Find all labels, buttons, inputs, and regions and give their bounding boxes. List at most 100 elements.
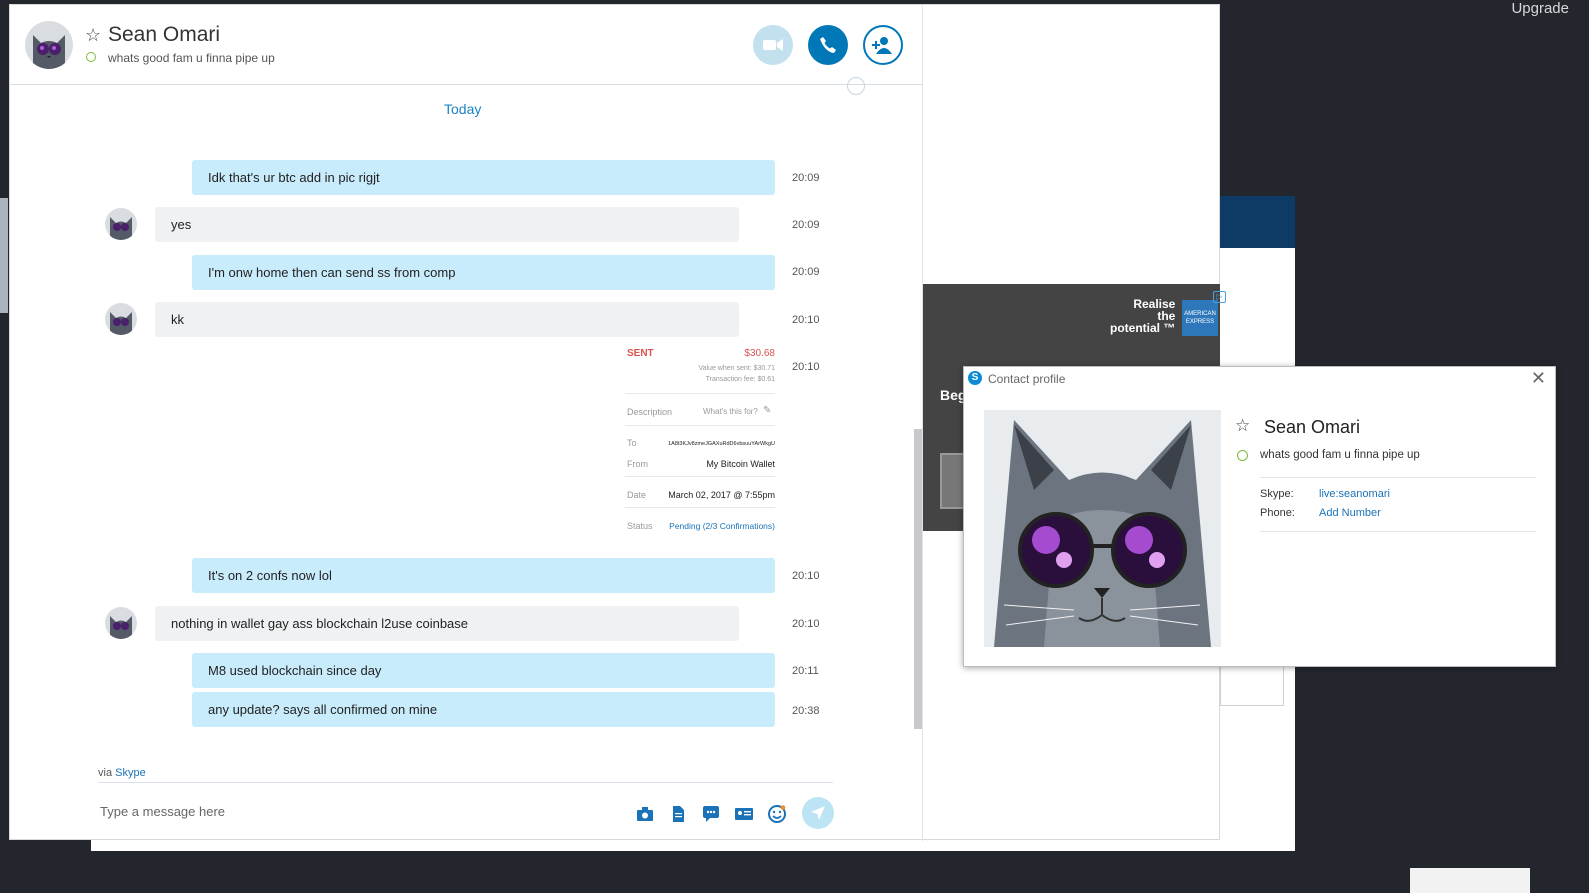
adchoices-icon[interactable]: ▷ — [1213, 291, 1226, 303]
divider — [625, 393, 775, 394]
receipt-from-label: From — [627, 459, 648, 469]
receipt-date-label: Date — [627, 490, 647, 500]
mood-message: whats good fam u finna pipe up — [108, 51, 275, 65]
presence-icon — [86, 52, 96, 62]
message-time: 20:09 — [792, 219, 820, 231]
media-bar-button[interactable] — [636, 805, 654, 828]
contact-avatar-small[interactable] — [105, 303, 137, 335]
amex-logo-text: AMERICAN EXPRESS — [1184, 311, 1216, 325]
phone-label: Phone: — [1260, 507, 1295, 519]
upgrade-link[interactable]: Upgrade — [1511, 0, 1569, 17]
profile-name: Sean Omari — [1264, 417, 1361, 437]
globe-icon[interactable] — [847, 77, 865, 95]
message-time: 20:09 — [792, 172, 820, 184]
presence-icon — [1237, 450, 1248, 461]
receipt-status-label: Status — [627, 521, 653, 531]
message-text: Idk that's ur btc add in pic rigjt — [208, 170, 380, 185]
favorite-star-icon[interactable]: ☆ — [1235, 416, 1250, 436]
receipt-to-address: 1A8t3KJv8zmeJGAXuRdD6vbsuuYArWkgU — [668, 441, 775, 447]
message-time: 20:10 — [792, 570, 820, 582]
message-bubble-incoming[interactable]: nothing in wallet gay ass blockchain l2u… — [155, 606, 739, 641]
ad-tagline: Realise the potential ™ — [1110, 298, 1175, 334]
phone-icon — [820, 37, 836, 53]
composer-divider — [98, 782, 833, 783]
message-bubble-outgoing[interactable]: It's on 2 confs now lol — [192, 558, 775, 593]
message-bubble-incoming[interactable]: kk — [155, 302, 739, 337]
message-bubble-outgoing[interactable]: Idk that's ur btc add in pic rigjt — [192, 160, 775, 195]
message-text: any update? says all confirmed on mine — [208, 702, 438, 717]
favorite-star-icon[interactable]: ☆ — [85, 25, 101, 46]
via-skype-link[interactable]: Skype — [115, 767, 146, 779]
send-arrow-icon — [811, 806, 825, 820]
profile-mood: whats good fam u finna pipe up — [1260, 449, 1420, 461]
message-text: nothing in wallet gay ass blockchain l2u… — [171, 616, 469, 631]
send-contact-button[interactable] — [735, 805, 753, 828]
contact-profile-dialog: S Contact profile ✕ ☆ Sean Omari whats g… — [963, 366, 1556, 667]
message-text: yes — [171, 217, 192, 232]
message-text: kk — [171, 312, 184, 327]
contact-avatar[interactable] — [25, 21, 73, 69]
message-text: I'm onw home then can send ss from comp — [208, 265, 456, 280]
message-bubble-incoming[interactable]: yes — [155, 207, 739, 242]
skype-id-link[interactable]: live:seanomari — [1319, 488, 1390, 500]
divider — [1260, 477, 1536, 478]
add-number-link[interactable]: Add Number — [1319, 507, 1381, 519]
receipt-to-label: To — [627, 438, 637, 448]
contact-name: Sean Omari — [108, 23, 221, 46]
file-icon — [673, 806, 684, 822]
message-bubble-outgoing[interactable]: I'm onw home then can send ss from comp — [192, 255, 775, 290]
window-edge — [0, 198, 8, 313]
send-file-button[interactable] — [669, 805, 687, 828]
divider — [1260, 531, 1536, 532]
contact-avatar-small[interactable] — [105, 208, 137, 240]
message-input[interactable] — [98, 800, 602, 822]
message-text: It's on 2 confs now lol — [208, 568, 332, 583]
date-divider: Today — [444, 101, 482, 117]
contact-card-icon — [735, 808, 753, 820]
send-button[interactable] — [802, 797, 834, 829]
receipt-amount: $30.68 — [744, 348, 775, 359]
message-time: 20:11 — [792, 665, 819, 677]
add-person-icon — [872, 37, 892, 54]
smiley-icon — [768, 805, 786, 823]
video-message-button[interactable] — [702, 805, 720, 828]
emoticon-button[interactable] — [768, 805, 786, 828]
video-camera-icon — [763, 39, 783, 51]
message-time: 20:09 — [792, 266, 820, 278]
skype-logo-icon: S — [968, 371, 982, 385]
dialog-title: Contact profile — [988, 372, 1066, 386]
background-window-header — [1220, 196, 1295, 248]
message-time: 20:38 — [792, 705, 820, 717]
chat-scrollbar[interactable] — [914, 429, 922, 729]
divider — [625, 476, 775, 477]
receipt-fee: Transaction fee: $0.61 — [705, 376, 775, 383]
receipt-from-value: My Bitcoin Wallet — [706, 459, 775, 469]
close-icon[interactable]: ✕ — [1531, 368, 1546, 389]
bitcoin-receipt[interactable]: SENT $30.68 Value when sent: $30.71 Tran… — [625, 345, 775, 540]
receipt-status-value[interactable]: Pending (2/3 Confirmations) — [669, 521, 775, 531]
chat-bubble-icon — [703, 806, 719, 822]
message-bubble-outgoing[interactable]: any update? says all confirmed on mine — [192, 692, 775, 727]
edit-pencil-icon[interactable]: ✎ — [763, 405, 771, 416]
ad-tagline-line: potential ™ — [1110, 321, 1176, 335]
message-bubble-outgoing[interactable]: M8 used blockchain since day — [192, 653, 775, 688]
contact-avatar-small[interactable] — [105, 607, 137, 639]
divider — [625, 425, 775, 426]
receipt-description-input[interactable]: What's this for? — [703, 407, 758, 416]
video-call-button[interactable] — [753, 25, 793, 65]
receipt-description-label: Description — [627, 407, 673, 417]
message-time: 20:10 — [792, 314, 820, 326]
skype-label: Skype: — [1260, 488, 1294, 500]
profile-photo — [984, 410, 1221, 647]
add-people-button[interactable] — [863, 25, 903, 65]
conversation-header: ☆ Sean Omari whats good fam u finna pipe… — [10, 5, 923, 85]
image-icon — [637, 807, 653, 821]
audio-call-button[interactable] — [808, 25, 848, 65]
message-text: M8 used blockchain since day — [208, 663, 382, 678]
message-time: 20:10 — [792, 361, 820, 373]
message-time: 20:10 — [792, 618, 820, 630]
divider — [625, 507, 775, 508]
taskbar-tray — [1410, 868, 1530, 893]
via-text: via — [98, 767, 113, 779]
receipt-status-word: SENT — [627, 348, 654, 359]
